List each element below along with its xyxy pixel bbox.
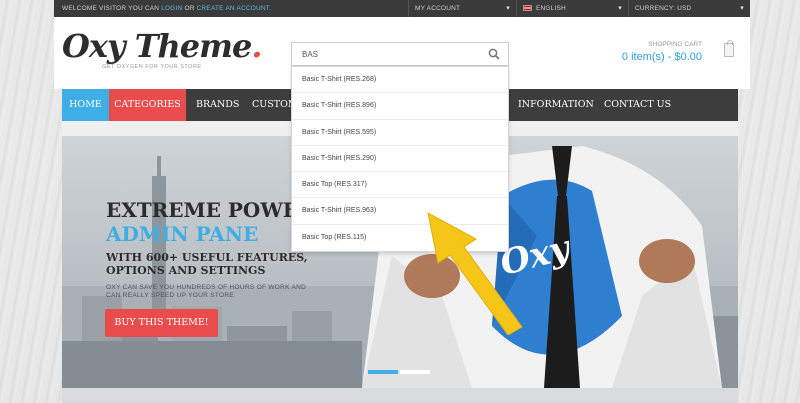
slider-dot[interactable] bbox=[400, 370, 430, 374]
language-label: ENGLISH bbox=[536, 5, 566, 12]
nav-brands[interactable]: BRANDS bbox=[186, 89, 249, 121]
flag-icon bbox=[523, 5, 532, 11]
nav-contact[interactable]: CONTACT US bbox=[594, 89, 681, 121]
shopping-cart[interactable]: SHOPPING CART 0 item(s) - $0.00 bbox=[622, 41, 702, 63]
search-suggestion-item[interactable]: Basic T-Shirt (RES.595) bbox=[292, 120, 508, 146]
shopping-bag-icon[interactable] bbox=[724, 40, 734, 57]
buy-theme-button[interactable]: BUY THIS THEME! bbox=[105, 309, 218, 337]
my-account-dropdown[interactable]: MY ACCOUNT ▾ bbox=[408, 0, 516, 17]
cart-label: SHOPPING CART bbox=[648, 41, 702, 48]
hero-description: OXY CAN SAVE YOU HUNDREDS OF HOURS OF WO… bbox=[106, 284, 307, 299]
background-left bbox=[0, 0, 62, 403]
search-suggestion-item[interactable]: Basic T-Shirt (RES.896) bbox=[292, 93, 508, 120]
language-dropdown[interactable]: ENGLISH ▾ bbox=[516, 0, 628, 17]
search-suggestion-item[interactable]: Basic T-Shirt (RES.290) bbox=[292, 146, 508, 173]
logo-dot: . bbox=[251, 27, 262, 65]
welcome-or: OR bbox=[184, 5, 195, 12]
slider-dot-active[interactable] bbox=[368, 370, 398, 374]
search-input[interactable]: BAS bbox=[291, 42, 509, 66]
top-bar: WELCOME VISITOR YOU CAN LOGIN OR CREATE … bbox=[54, 0, 750, 17]
currency-label: CURRENCY: USD bbox=[635, 5, 692, 12]
search-suggestion-item[interactable]: Basic Top (RES.317) bbox=[292, 172, 508, 199]
logo[interactable]: Oxy Theme. bbox=[62, 27, 262, 65]
welcome-text: WELCOME VISITOR YOU CAN LOGIN OR CREATE … bbox=[62, 5, 271, 12]
hero-subtitle: WITH 600+ USEFUL FEATURES, OPTIONS AND S… bbox=[106, 251, 308, 277]
search-icon[interactable] bbox=[488, 48, 500, 60]
hero-title-line1: EXTREME POWE bbox=[106, 198, 299, 222]
search-value: BAS bbox=[302, 50, 319, 59]
currency-dropdown[interactable]: CURRENCY: USD ▾ bbox=[628, 0, 750, 17]
search-suggestion-item[interactable]: Basic T-Shirt (RES.268) bbox=[292, 67, 508, 94]
chevron-down-icon: ▾ bbox=[618, 5, 622, 12]
cart-value[interactable]: 0 item(s) - $0.00 bbox=[622, 51, 702, 63]
nav-information[interactable]: INFORMATION bbox=[508, 89, 604, 121]
annotation-arrow-icon bbox=[427, 212, 523, 335]
create-account-link[interactable]: CREATE AN ACCOUNT. bbox=[197, 5, 272, 12]
chevron-down-icon: ▾ bbox=[740, 5, 744, 12]
my-account-label: MY ACCOUNT bbox=[415, 5, 461, 12]
chevron-down-icon: ▾ bbox=[506, 5, 510, 12]
tagline: GET OXYGEN FOR YOUR STORE bbox=[102, 64, 202, 70]
nav-categories[interactable]: CATEGORIES bbox=[109, 89, 186, 121]
welcome-prefix: WELCOME VISITOR YOU CAN bbox=[62, 5, 160, 12]
login-link[interactable]: LOGIN bbox=[161, 5, 182, 12]
logo-text: Oxy Theme bbox=[62, 27, 252, 65]
slider-pagination bbox=[368, 370, 430, 374]
hero-title-line2: ADMIN PANE bbox=[106, 222, 259, 246]
nav-home[interactable]: HOME bbox=[62, 89, 109, 121]
